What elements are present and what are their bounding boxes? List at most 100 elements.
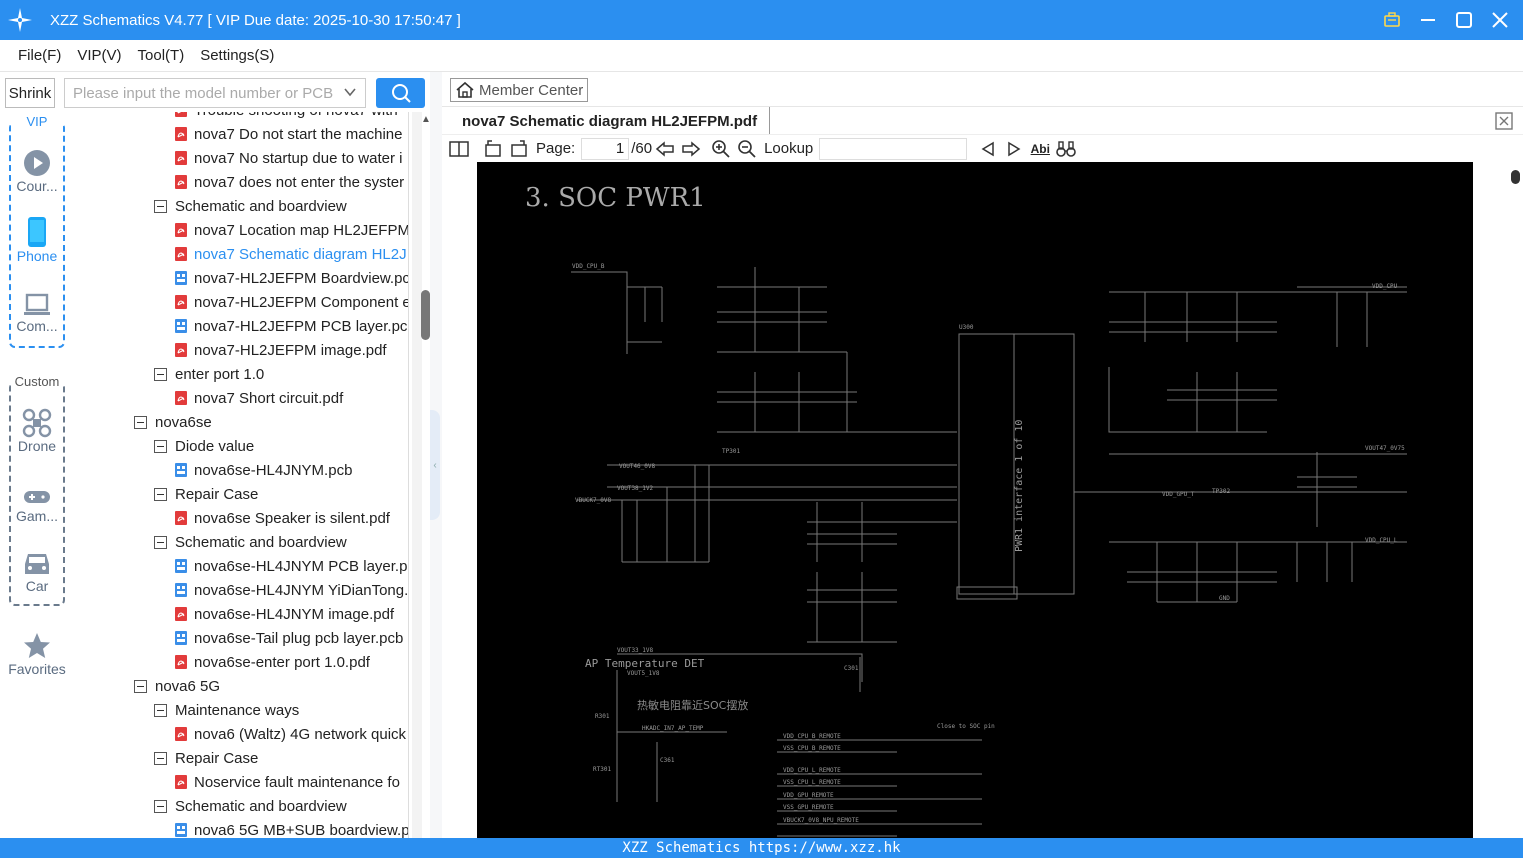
menu-settings[interactable]: Settings(S) bbox=[200, 47, 274, 64]
panel-splitter[interactable]: ‹ bbox=[430, 72, 442, 838]
nav-item-label: Gam... bbox=[15, 508, 58, 524]
pcb-file-icon bbox=[174, 822, 188, 838]
tree-file-row[interactable]: nova7 does not enter the syster bbox=[174, 170, 404, 194]
whole-word-icon[interactable]: Abi bbox=[1027, 137, 1053, 161]
nav-item-car[interactable]: Car bbox=[11, 544, 63, 594]
document-tab[interactable]: nova7 Schematic diagram HL2JEFPM.pdf bbox=[450, 107, 771, 135]
tree-file-row[interactable]: nova7 Schematic diagram HL2J bbox=[174, 242, 407, 266]
page-label: Page: bbox=[536, 140, 576, 157]
collapse-toggle-icon[interactable] bbox=[134, 415, 147, 429]
collapse-toggle-icon[interactable] bbox=[154, 751, 167, 765]
tree-file-row[interactable]: nova6se-HL4JNYM YiDianTong. bbox=[174, 578, 408, 602]
close-icon[interactable] bbox=[1487, 7, 1513, 33]
tree-file-row[interactable]: Noservice fault maintenance fo bbox=[174, 770, 400, 794]
tree-item-label: nova7-HL2JEFPM Component e bbox=[194, 293, 408, 311]
tree-item-label: nova6 5G MB+SUB boardview.p bbox=[194, 821, 408, 839]
tree-file-row[interactable]: nova6se-HL4JNYM.pcb bbox=[174, 458, 352, 482]
zoom-out-icon[interactable] bbox=[734, 137, 760, 161]
tree-folder-row[interactable]: Schematic and boardview bbox=[154, 194, 347, 218]
menu-bar: File(F) VIP(V) Tool(T) Settings(S) bbox=[0, 40, 1523, 72]
tree-file-row[interactable]: nova7 Do not start the machine bbox=[174, 122, 402, 146]
vip-box-icon[interactable] bbox=[1379, 7, 1405, 33]
tree-file-row[interactable]: nova7-HL2JEFPM Component e bbox=[174, 290, 408, 314]
nav-item-phone[interactable]: Phone bbox=[11, 214, 63, 264]
tree-file-row[interactable]: nova6 5G MB+SUB boardview.p bbox=[174, 818, 408, 838]
testpoint-label: TP302 bbox=[1212, 488, 1230, 495]
pcb-file-icon bbox=[174, 270, 188, 286]
prev-page-icon[interactable] bbox=[652, 137, 678, 161]
tree-file-row[interactable]: nova6se-enter port 1.0.pdf bbox=[174, 650, 370, 674]
collapse-toggle-icon[interactable] bbox=[134, 679, 147, 693]
tree-scroll-thumb[interactable] bbox=[421, 290, 430, 340]
tree-file-row[interactable]: nova7-HL2JEFPM PCB layer.pcb bbox=[174, 314, 408, 338]
rotate-left-icon[interactable] bbox=[480, 137, 506, 161]
pdf-file-icon bbox=[174, 112, 188, 118]
collapse-toggle-icon[interactable] bbox=[154, 799, 167, 813]
collapse-toggle-icon[interactable] bbox=[154, 487, 167, 501]
tree-folder-row[interactable]: Schematic and boardview bbox=[154, 530, 347, 554]
tree-file-row[interactable]: Trouble shooting of nova7 with bbox=[174, 112, 398, 122]
close-tab-icon[interactable] bbox=[1495, 112, 1513, 133]
tree-file-row[interactable]: nova6se Speaker is silent.pdf bbox=[174, 506, 390, 530]
model-search-placeholder: Please input the model number or PCB bbox=[73, 84, 334, 102]
menu-vip[interactable]: VIP(V) bbox=[77, 47, 121, 64]
favorites-label: Favorites bbox=[8, 661, 66, 677]
two-page-icon[interactable] bbox=[446, 137, 472, 161]
shrink-button[interactable]: Shrink bbox=[5, 78, 55, 108]
page-number-input[interactable]: 1 bbox=[581, 137, 630, 160]
tree-folder-row[interactable]: Diode value bbox=[154, 434, 254, 458]
tree-folder-row[interactable]: Repair Case bbox=[154, 482, 258, 506]
collapse-handle-icon[interactable]: ‹ bbox=[430, 410, 440, 520]
viewer-scrollbar[interactable] bbox=[1508, 162, 1523, 838]
binoculars-icon[interactable] bbox=[1053, 137, 1079, 161]
find-next-icon[interactable] bbox=[1001, 137, 1027, 161]
tree-folder-row[interactable]: Maintenance ways bbox=[154, 698, 299, 722]
tree-folder-row[interactable]: nova6 5G bbox=[134, 674, 220, 698]
pdf-file-icon bbox=[174, 294, 188, 310]
collapse-toggle-icon[interactable] bbox=[154, 199, 167, 213]
nav-item-computer[interactable]: Com... bbox=[11, 284, 63, 334]
menu-tool[interactable]: Tool(T) bbox=[138, 47, 185, 64]
tree-file-row[interactable]: nova7 Short circuit.pdf bbox=[174, 386, 343, 410]
member-center-button[interactable]: Member Center bbox=[450, 78, 588, 102]
tree-file-row[interactable]: nova7 Location map HL2JEFPM bbox=[174, 218, 408, 242]
tree-folder-row[interactable]: enter port 1.0 bbox=[154, 362, 264, 386]
menu-file[interactable]: File(F) bbox=[18, 47, 61, 64]
nav-item-game[interactable]: Gam... bbox=[11, 474, 63, 524]
nav-item-favorites[interactable]: Favorites bbox=[0, 627, 74, 677]
collapse-toggle-icon[interactable] bbox=[154, 367, 167, 381]
nav-item-drone[interactable]: Drone bbox=[11, 404, 63, 454]
collapse-toggle-icon[interactable] bbox=[154, 703, 167, 717]
viewer-scroll-thumb[interactable] bbox=[1511, 170, 1520, 184]
nav-item-course[interactable]: Cour... bbox=[11, 144, 63, 194]
tree-folder-row[interactable]: Schematic and boardview bbox=[154, 794, 347, 818]
tree-item-label: Maintenance ways bbox=[175, 701, 300, 719]
tree-file-row[interactable]: nova6se-Tail plug pcb layer.pcb bbox=[174, 626, 403, 650]
tree-folder-row[interactable]: Repair Case bbox=[154, 746, 258, 770]
tree-file-row[interactable]: nova7-HL2JEFPM image.pdf bbox=[174, 338, 387, 362]
zoom-in-icon[interactable] bbox=[708, 137, 734, 161]
chevron-down-icon[interactable] bbox=[343, 85, 357, 103]
model-search-input[interactable]: Please input the model number or PCB bbox=[64, 78, 366, 108]
lookup-input[interactable] bbox=[819, 137, 968, 160]
tree-folder-row[interactable]: nova6se bbox=[134, 410, 212, 434]
next-page-icon[interactable] bbox=[678, 137, 704, 161]
tree-file-row[interactable]: nova6 (Waltz) 4G network quick bbox=[174, 722, 406, 746]
collapse-toggle-icon[interactable] bbox=[154, 535, 167, 549]
maximize-icon[interactable] bbox=[1451, 7, 1477, 33]
pdf-file-icon bbox=[174, 150, 188, 166]
tree-file-row[interactable]: nova6se-HL4JNYM PCB layer.pc bbox=[174, 554, 408, 578]
tree-file-row[interactable]: nova7 No startup due to water i bbox=[174, 146, 402, 170]
collapse-toggle-icon[interactable] bbox=[154, 439, 167, 453]
tree-scrollbar[interactable]: ▲ bbox=[408, 112, 432, 838]
tree-file-row[interactable]: nova7-HL2JEFPM Boardview.pc bbox=[174, 266, 408, 290]
schematic-page[interactable]: 3. SOC PWR1 VDD_CPU_B VDD_CPU VOUT46_0V8… bbox=[477, 162, 1473, 838]
find-prev-icon[interactable] bbox=[975, 137, 1001, 161]
search-button[interactable] bbox=[376, 78, 425, 108]
tree-file-row[interactable]: nova6se-HL4JNYM image.pdf bbox=[174, 602, 394, 626]
pdf-file-icon bbox=[174, 246, 188, 262]
minimize-icon[interactable] bbox=[1415, 7, 1441, 33]
net-label: VBUCK7_0V8_NPU_REMOTE bbox=[783, 817, 859, 824]
net-label: VDD_CPU_B bbox=[572, 263, 605, 270]
rotate-right-icon[interactable] bbox=[506, 137, 532, 161]
